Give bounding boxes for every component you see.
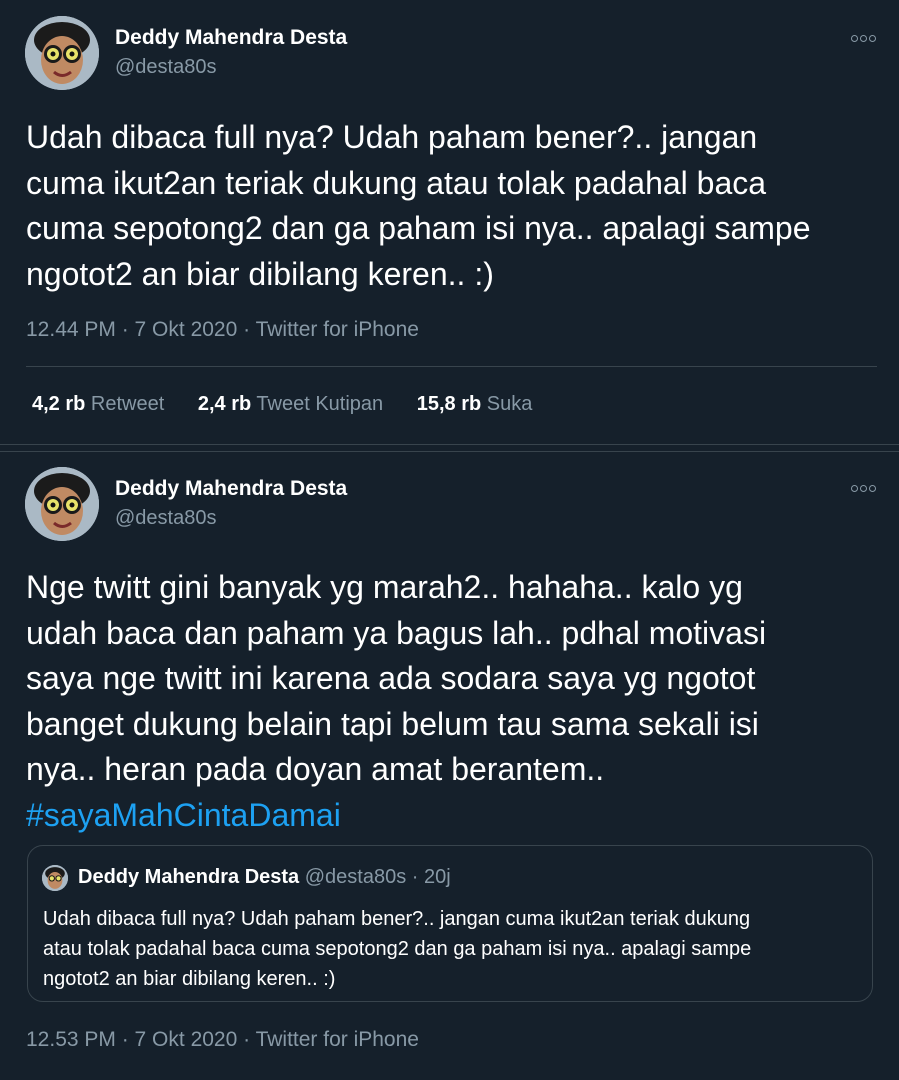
more-options-icon[interactable] xyxy=(851,480,878,495)
like-label: Suka xyxy=(486,393,533,415)
quoted-tweet-header: Deddy Mahendra Desta @desta80s · 20j xyxy=(78,866,451,889)
author-avatar[interactable] xyxy=(25,16,99,90)
quote-tweet-stat[interactable]: 2,4 rb Tweet Kutipan xyxy=(198,393,383,415)
tweet-text-line: nya.. heran pada doyan amat berantem.. xyxy=(26,751,605,787)
tweet-timestamp[interactable]: 12.53 PM · 7 Okt 2020 · Twitter for iPho… xyxy=(26,1028,419,1052)
retweet-label: Retweet xyxy=(90,393,165,415)
tweet-stats: 4,2 rb Retweet 2,4 rb Tweet Kutipan 15,8… xyxy=(32,393,560,416)
quoted-text-line: ngotot2 an biar dibilang keren.. :) xyxy=(43,968,336,990)
tweet-text-line: Nge twitt gini banyak yg marah2.. hahaha… xyxy=(26,569,743,605)
tweet-timestamp[interactable]: 12.44 PM · 7 Okt 2020 · Twitter for iPho… xyxy=(26,318,419,342)
quoted-text-line: Udah dibaca full nya? Udah paham bener?.… xyxy=(43,908,751,930)
like-stat[interactable]: 15,8 rb Suka xyxy=(417,393,533,415)
tweet-text-line: banget dukung belain tapi belum tau sama… xyxy=(26,705,759,742)
tweet-text-line: Udah dibaca full nya? Udah paham bener?.… xyxy=(26,119,758,155)
like-count: 15,8 rb xyxy=(416,393,482,415)
author-name[interactable]: Deddy Mahendra Desta xyxy=(115,26,347,50)
quoted-author-handle-time: @desta80s · 20j xyxy=(304,866,451,888)
more-options-icon[interactable] xyxy=(851,30,878,45)
author-handle[interactable]: @desta80s xyxy=(115,56,216,79)
quote-tweet-label: Tweet Kutipan xyxy=(256,393,384,415)
hashtag-link[interactable]: #sayaMahCintaDamai xyxy=(26,793,886,839)
tweet-text-line: udah baca dan paham ya bagus lah.. pdhal… xyxy=(26,614,767,651)
divider xyxy=(26,366,877,367)
quote-tweet-count: 2,4 rb xyxy=(197,393,252,415)
quoted-author-avatar xyxy=(42,865,68,891)
retweet-count: 4,2 rb xyxy=(32,393,86,415)
author-avatar[interactable] xyxy=(25,467,99,541)
quoted-tweet-text: Udah dibaca full nya? Udah paham bener?.… xyxy=(43,904,863,994)
tweet-main: Deddy Mahendra Desta @desta80s Udah diba… xyxy=(0,0,899,445)
tweet-text-line: cuma ikut2an teriak dukung atau tolak pa… xyxy=(26,164,767,201)
retweet-stat[interactable]: 4,2 rb Retweet xyxy=(32,393,164,415)
quoted-tweet-card[interactable]: Deddy Mahendra Desta @desta80s · 20j Uda… xyxy=(27,845,873,1002)
author-name[interactable]: Deddy Mahendra Desta xyxy=(115,477,347,501)
tweet-text-line: cuma sepotong2 dan ga paham isi nya.. ap… xyxy=(26,210,811,246)
tweet-text: Udah dibaca full nya? Udah paham bener?.… xyxy=(26,115,886,297)
quoted-text-line: atau tolak padahal baca cuma sepotong2 d… xyxy=(43,938,752,960)
tweet-text-line: ngotot2 an biar dibilang keren.. :) xyxy=(26,255,494,292)
quoted-author-name: Deddy Mahendra Desta xyxy=(78,866,300,888)
tweet-text-line: saya nge twitt ini karena ada sodara say… xyxy=(26,660,756,696)
author-handle[interactable]: @desta80s xyxy=(115,507,216,530)
tweet-text: Nge twitt gini banyak yg marah2.. hahaha… xyxy=(26,565,886,838)
